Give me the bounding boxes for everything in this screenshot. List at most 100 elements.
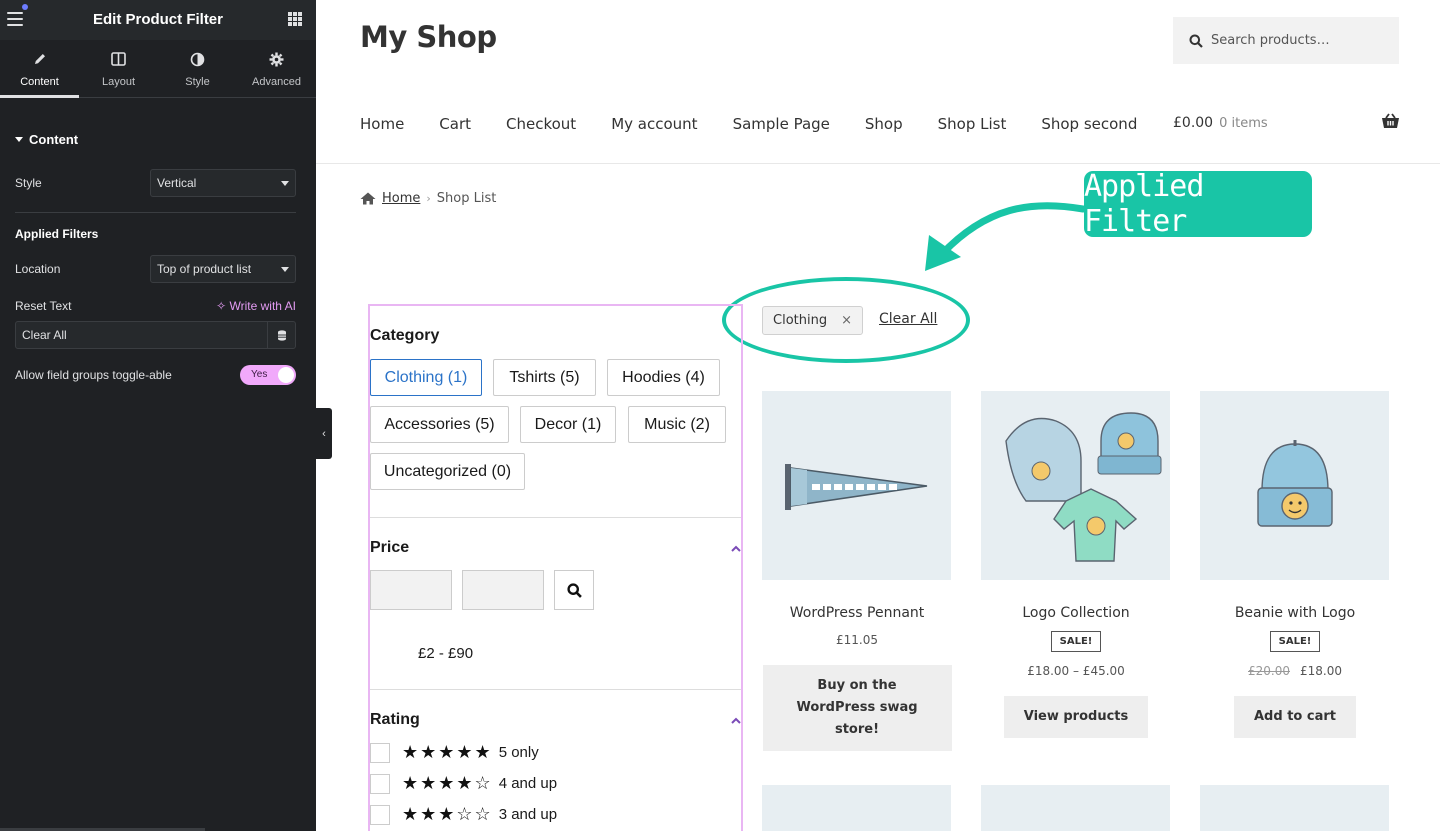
nav-shop-second[interactable]: Shop second xyxy=(1041,115,1137,133)
cart-amount: £0.00 xyxy=(1173,115,1214,131)
price-max-input[interactable] xyxy=(462,570,544,610)
category-hoodies[interactable]: Hoodies (4) xyxy=(607,359,720,396)
tab-content[interactable]: Content xyxy=(0,40,79,98)
cart-total[interactable]: £0.00 0 items xyxy=(1173,115,1268,131)
editor-panel: Edit Product Filter Content Layout Style xyxy=(0,0,316,831)
buy-button[interactable]: Buy on the WordPress swag store! xyxy=(762,665,952,751)
product-card: Beanie with Logo SALE! £20.00 £18.00 Add … xyxy=(1200,391,1390,738)
search-icon xyxy=(1189,34,1203,48)
breadcrumb-current: Shop List xyxy=(436,191,497,206)
basket-icon[interactable] xyxy=(1381,113,1400,133)
tab-advanced[interactable]: Advanced xyxy=(237,40,316,97)
product-image[interactable] xyxy=(981,391,1170,580)
search-placeholder: Search products… xyxy=(1211,33,1330,48)
star-icon: ★★★☆☆ xyxy=(402,804,493,824)
product-image[interactable] xyxy=(762,785,951,831)
product-image[interactable] xyxy=(981,785,1170,831)
content-section-toggle[interactable]: Content xyxy=(15,132,296,147)
location-select-value: Top of product list xyxy=(157,262,252,276)
product-name[interactable]: Logo Collection xyxy=(981,605,1171,621)
chevron-up-icon[interactable] xyxy=(731,716,741,726)
tab-style-label: Style xyxy=(185,76,210,88)
category-music[interactable]: Music (2) xyxy=(628,406,726,443)
sale-badge: SALE! xyxy=(1269,631,1321,652)
contrast-icon xyxy=(158,52,237,70)
close-icon[interactable]: × xyxy=(841,313,852,328)
category-tshirts[interactable]: Tshirts (5) xyxy=(493,359,596,396)
caret-down-icon xyxy=(15,137,23,142)
category-accessories[interactable]: Accessories (5) xyxy=(370,406,509,443)
tab-advanced-label: Advanced xyxy=(252,76,301,88)
star-icon: ★★★★☆ xyxy=(402,773,493,793)
breadcrumb-home[interactable]: Home xyxy=(382,191,420,206)
add-to-cart-button[interactable]: Add to cart xyxy=(1234,696,1356,738)
tab-style[interactable]: Style xyxy=(158,40,237,97)
rating-option-4[interactable]: ★★★★☆ 4 and up xyxy=(370,773,557,794)
product-name[interactable]: Beanie with Logo xyxy=(1200,605,1390,621)
nav-shop[interactable]: Shop xyxy=(865,115,903,133)
layout-icon xyxy=(79,52,158,70)
category-decor[interactable]: Decor (1) xyxy=(520,406,616,443)
filter-divider xyxy=(370,689,741,690)
price-min-input[interactable] xyxy=(370,570,452,610)
old-price: £20.00 xyxy=(1248,664,1290,678)
nav-cart[interactable]: Cart xyxy=(439,115,471,133)
editor-tabs: Content Layout Style Advanced xyxy=(0,40,316,98)
database-icon[interactable] xyxy=(267,322,295,348)
product-name[interactable]: WordPress Pennant xyxy=(762,605,952,621)
nav-sample-page[interactable]: Sample Page xyxy=(733,115,830,133)
site-title[interactable]: My Shop xyxy=(360,20,497,54)
rating-option-5[interactable]: ★★★★★ 5 only xyxy=(370,742,539,763)
rating-option-3[interactable]: ★★★☆☆ 3 and up xyxy=(370,804,557,825)
rating-checkbox[interactable] xyxy=(370,742,390,763)
clear-all-link[interactable]: Clear All xyxy=(879,311,937,327)
breadcrumb: Home › Shop List xyxy=(360,191,496,206)
reset-text-field[interactable]: Clear All xyxy=(15,321,296,349)
search-input[interactable]: Search products… xyxy=(1173,17,1399,64)
sale-badge: SALE! xyxy=(1050,631,1102,652)
category-clothing[interactable]: Clothing (1) xyxy=(370,359,482,396)
nav-my-account[interactable]: My account xyxy=(611,115,697,133)
toggle-value: Yes xyxy=(251,369,268,380)
callout-arrow-icon xyxy=(925,202,1087,271)
price-search-button[interactable] xyxy=(554,570,594,610)
style-select[interactable]: Vertical xyxy=(150,169,296,197)
breadcrumb-separator: › xyxy=(426,192,431,205)
product-card: Logo Collection SALE! £18.00 – £45.00 Vi… xyxy=(981,391,1171,738)
nav-home[interactable]: Home xyxy=(360,115,404,133)
category-heading: Category xyxy=(370,327,440,344)
product-price: £18.00 – £45.00 xyxy=(1027,664,1125,678)
reset-text-value[interactable]: Clear All xyxy=(16,322,267,348)
reset-text-label: Reset Text xyxy=(15,299,72,313)
category-uncategorized[interactable]: Uncategorized (0) xyxy=(370,453,525,490)
rating-checkbox[interactable] xyxy=(370,773,390,794)
view-products-button[interactable]: View products xyxy=(1003,696,1149,738)
sparkle-icon: ✧ xyxy=(216,299,227,313)
content-section-title: Content xyxy=(29,132,79,147)
applied-filter-callout: Applied Filter xyxy=(1084,169,1312,239)
product-price: £11.05 xyxy=(836,633,878,647)
rating-checkbox[interactable] xyxy=(370,804,390,825)
applied-filter-chip[interactable]: Clothing × xyxy=(762,306,863,335)
product-image[interactable] xyxy=(1200,391,1389,580)
toggle-knob xyxy=(278,367,294,383)
style-label: Style xyxy=(15,176,42,190)
chevron-up-icon[interactable] xyxy=(731,544,741,554)
product-image[interactable] xyxy=(762,391,951,580)
field-groups-toggle[interactable]: Yes xyxy=(240,365,296,385)
write-with-ai-button[interactable]: ✧ Write with AI xyxy=(216,299,296,313)
store-preview: My Shop Search products… Home Cart Check… xyxy=(316,0,1440,831)
tab-layout[interactable]: Layout xyxy=(79,40,158,97)
price-heading: Price xyxy=(370,539,410,556)
apps-grid-icon[interactable] xyxy=(288,12,302,26)
header-divider xyxy=(316,163,1440,164)
star-icon: ★★★★★ xyxy=(402,742,493,762)
product-image[interactable] xyxy=(1200,785,1389,831)
write-with-ai-label: Write with AI xyxy=(229,299,296,313)
location-select[interactable]: Top of product list xyxy=(150,255,296,283)
nav-shop-list[interactable]: Shop List xyxy=(938,115,1007,133)
rating-label: 5 only xyxy=(498,744,539,761)
location-label: Location xyxy=(15,262,61,276)
nav-checkout[interactable]: Checkout xyxy=(506,115,576,133)
gear-icon xyxy=(237,52,316,70)
